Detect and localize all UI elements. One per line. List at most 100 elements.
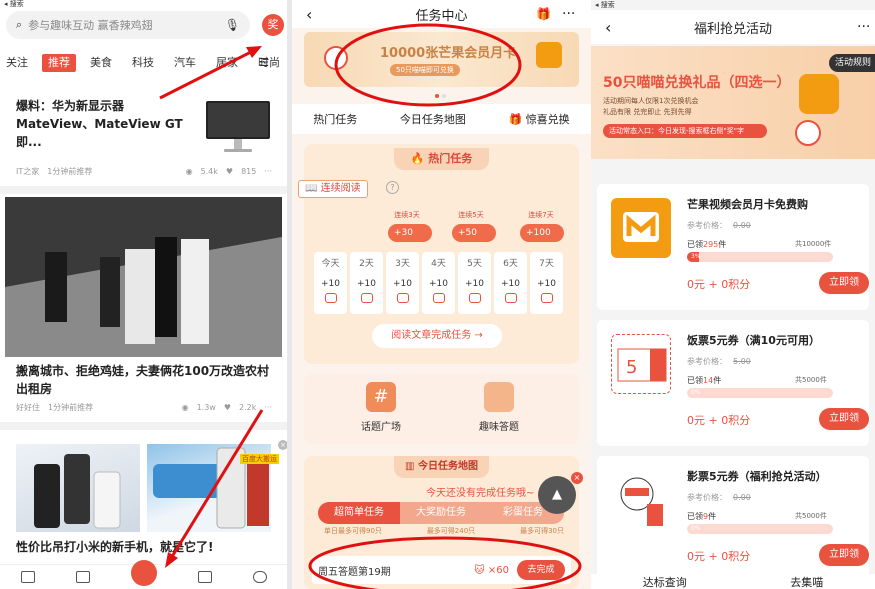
ref-label: 参考价格： <box>687 493 727 502</box>
tab-task-map[interactable]: 今日任务地图 <box>400 111 466 127</box>
topic-square-entry[interactable]: # 话题广场 <box>336 382 426 433</box>
home-icon[interactable] <box>20 571 35 583</box>
shop-icon[interactable] <box>197 571 212 583</box>
ref-price: 0.00 <box>733 221 751 230</box>
cat-coin-icon <box>468 293 481 303</box>
collect-cats-link[interactable]: 去集喵 <box>790 574 823 589</box>
rules-button[interactable]: 活动规则 <box>829 54 875 72</box>
gift-icon: 🎁 <box>508 113 523 126</box>
tab-exchange[interactable]: 🎁 惊喜兑换 <box>508 111 569 127</box>
news-time: 1分钟前推荐 <box>47 167 93 176</box>
rocket-icon[interactable]: ▲ <box>538 476 576 514</box>
section-title-label: 今日任务地图 <box>417 461 478 472</box>
tab-simple-task[interactable]: 超简单任务 <box>318 502 400 524</box>
more-icon[interactable]: ··· <box>562 6 575 22</box>
day-points: +10 <box>501 279 520 289</box>
news-title: 性价比吊打小米的新手机，就是它了! <box>16 540 214 554</box>
close-icon[interactable]: × <box>278 440 287 450</box>
tab-exchange-label: 惊喜兑换 <box>525 113 570 126</box>
close-icon[interactable]: × <box>571 472 583 484</box>
claim-button[interactable]: 立即领 <box>819 272 869 294</box>
day-points: +10 <box>537 279 556 289</box>
coupon-icon: 5 <box>611 334 671 394</box>
divider <box>0 186 287 194</box>
task-limits: 单日最多可得90只 最多可得240只 最多可得30只 <box>324 526 564 536</box>
tab-car[interactable]: 汽车 <box>168 52 202 74</box>
category-tabs: 关注 推荐 美食 科技 汽车 居家 时尚 ☰ <box>0 52 287 74</box>
mango-logo-icon <box>611 198 671 258</box>
phone-image <box>16 444 140 532</box>
back-to-search[interactable]: ◂ 搜索 <box>0 0 287 8</box>
cat-coin-icon <box>324 293 337 303</box>
streak-bonus: +50 <box>452 224 496 242</box>
book-icon: 📖 <box>305 183 318 194</box>
like-icon: ♥ <box>223 403 231 412</box>
news-title[interactable]: 搬离城市、拒绝鸡娃，夫妻俩花100万改造农村出租房 <box>16 362 276 398</box>
read-article-button[interactable]: 阅读文章完成任务 → <box>372 324 502 348</box>
limit-text: 最多可得30只 <box>520 527 564 535</box>
view-count: 5.4k <box>200 167 218 176</box>
news-item[interactable]: 爆料：华为新显示器 MateView、MateView GT 即... IT之家… <box>0 80 287 182</box>
video-icon[interactable] <box>75 571 90 583</box>
header: ‹ 任务中心 🎁 ··· <box>292 0 591 28</box>
task-reward-count: ×60 <box>487 564 509 576</box>
task-center-icon[interactable] <box>130 560 157 586</box>
cat-coin-icon <box>360 293 373 303</box>
topics-card: # 话题广场 趣味答题 <box>304 374 579 444</box>
claimed-count: 已领9件 <box>687 511 716 522</box>
cat-mascot-icon <box>324 46 348 70</box>
wedding-photo[interactable] <box>5 197 282 357</box>
check-eligibility-link[interactable]: 达标查询 <box>643 574 687 589</box>
tab-tech[interactable]: 科技 <box>126 52 160 74</box>
more-icon[interactable]: ··· <box>264 167 272 176</box>
progress-bar: 0% <box>687 388 833 398</box>
day-label: 6天 <box>503 259 518 269</box>
more-icon[interactable]: ··· <box>857 19 870 35</box>
progress-bar: 3% <box>687 252 833 262</box>
task-map-card: ▥ 今日任务地图 今天还没有完成任务哦~ 超简单任务 大奖励任务 彩蛋任务 单日… <box>304 456 579 589</box>
day-card: 5天 +10 <box>458 252 491 314</box>
news-source: IT之家 <box>16 167 40 176</box>
more-icon[interactable]: ··· <box>264 403 272 412</box>
menu-icon[interactable]: ☰ <box>253 52 275 74</box>
progress-bar: 0% <box>687 524 833 534</box>
divider <box>0 422 287 430</box>
tab-big-reward[interactable]: 大奖励任务 <box>400 502 482 524</box>
back-icon[interactable]: ‹ <box>306 5 312 24</box>
banner-title: 50只喵喵兑换礼品（四选一） <box>603 75 791 91</box>
tab-recommend[interactable]: 推荐 <box>42 54 76 72</box>
gift-icon[interactable]: 🎁 <box>536 7 551 21</box>
prize-card: 影票5元券（福利抢兑活动） 参考价格： 0.00 已领9件 共5000件 0% 0… <box>597 456 869 582</box>
quiz-entry[interactable]: 趣味答题 <box>454 382 544 433</box>
section-title: ▥ 今日任务地图 <box>394 456 489 478</box>
profile-icon[interactable] <box>252 571 267 583</box>
tab-home[interactable]: 居家 <box>210 52 244 74</box>
tab-follow[interactable]: 关注 <box>0 52 34 74</box>
like-icon: ♥ <box>225 167 234 176</box>
search-icon: ⌕ <box>16 18 23 31</box>
tab-food[interactable]: 美食 <box>84 52 118 74</box>
got-label: 已领 <box>687 512 703 521</box>
banner-line: 活动期间每人仅限1次兑换机会 <box>603 97 699 105</box>
promo-banner[interactable]: 10000张芒果会员月卡 50只喵喵即可兑换 <box>304 32 579 87</box>
tab-hot-tasks[interactable]: 热门任务 <box>313 111 357 127</box>
complete-task-button[interactable]: 去完成 <box>517 560 565 580</box>
day-card: 4天 +10 <box>422 252 455 314</box>
map-icon: ▥ <box>405 461 415 472</box>
back-icon[interactable]: ‹ <box>605 18 611 37</box>
back-to-search[interactable]: ◂ 搜索 <box>595 0 615 10</box>
task-reward: 🐱 ×60 <box>474 565 509 576</box>
progress-text: 3% <box>691 253 701 260</box>
task-name: 周五答题第19期 <box>318 566 391 578</box>
search-input[interactable]: ⌕ 参与趣味互动 赢香辣鸡翅 🎙 <box>6 11 250 39</box>
claim-button[interactable]: 立即领 <box>819 408 869 430</box>
reference-price: 参考价格： 0.00 <box>687 492 751 503</box>
limit-text: 单日最多可得90只 <box>324 527 382 535</box>
reward-entry-icon[interactable]: 奖 <box>262 14 284 36</box>
claim-button[interactable]: 立即领 <box>819 544 869 566</box>
microphone-icon[interactable]: 🎙 <box>225 18 240 32</box>
news-item[interactable]: 百度大搬运 × 性价比吊打小米的新手机，就是它了! <box>0 432 287 562</box>
day-points: +10 <box>321 279 340 289</box>
help-icon[interactable]: ? <box>386 181 399 194</box>
prize-name: 芒果视频会员月卡免费购 <box>687 198 808 211</box>
